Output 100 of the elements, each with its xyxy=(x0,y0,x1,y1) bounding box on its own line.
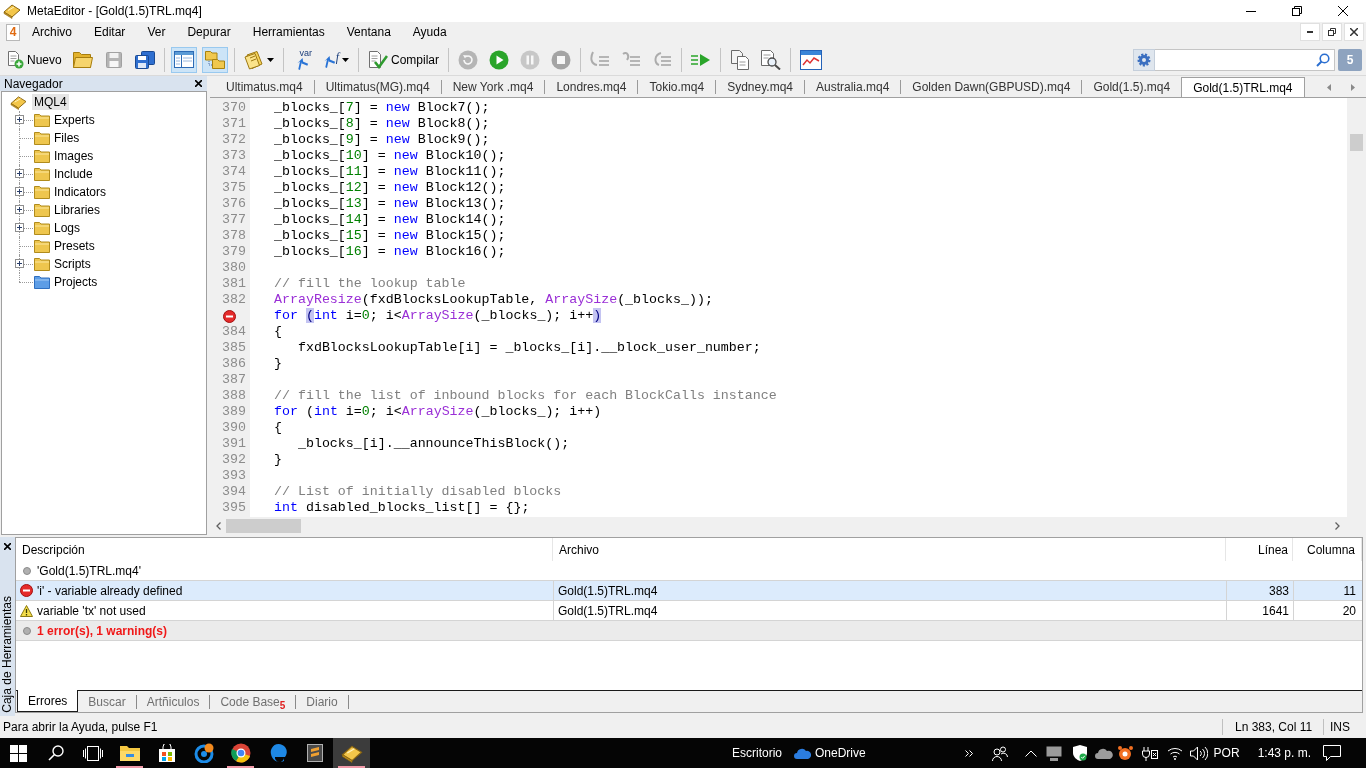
tree-item[interactable]: Scripts xyxy=(53,256,92,272)
expand-icon[interactable] xyxy=(15,223,24,232)
caret-up-icon[interactable] xyxy=(1024,749,1037,757)
code-line: { xyxy=(274,420,282,436)
file-tab[interactable]: Londres.mq4 xyxy=(545,77,638,97)
scroll-left-icon[interactable] xyxy=(216,522,221,530)
cloud-toolbar-label[interactable]: OneDrive xyxy=(815,744,866,762)
column-header[interactable]: Archivo xyxy=(559,540,599,559)
panel-layout-icon xyxy=(173,51,194,68)
people-icon[interactable] xyxy=(991,745,1008,761)
file-tab[interactable]: Ultimatus(MG).mq4 xyxy=(314,77,441,97)
code-line: _blocks_[7] = new Block7(); xyxy=(274,100,490,116)
language-indicator[interactable]: POR xyxy=(1213,744,1240,762)
plug-icon[interactable] xyxy=(1141,745,1158,761)
close-icon xyxy=(1338,6,1348,16)
child-close-button[interactable] xyxy=(1344,23,1364,41)
line-number: 374 xyxy=(222,164,246,180)
tile-icon xyxy=(306,744,323,762)
tree-item[interactable]: Presets xyxy=(53,238,96,254)
clock[interactable]: 1:43 p. m. xyxy=(1257,744,1311,762)
file-tab[interactable]: Ultimatus.mq4 xyxy=(215,77,314,97)
table-cell-text: 20 xyxy=(1342,602,1356,620)
ring-icon xyxy=(193,743,214,763)
child-minimize-button[interactable] xyxy=(1300,23,1320,41)
column-header[interactable]: Línea xyxy=(1257,540,1288,559)
expand-icon[interactable] xyxy=(15,205,24,214)
code-line: } xyxy=(274,356,282,372)
code-line: _blocks_[15] = new Block15(); xyxy=(274,228,506,244)
toolbar-button[interactable]: f xyxy=(320,46,353,73)
error-icon xyxy=(20,584,33,597)
tree-item[interactable]: Include xyxy=(53,166,94,182)
shield-icon[interactable] xyxy=(1072,745,1087,761)
cloud-icon[interactable] xyxy=(1094,747,1113,759)
expand-icon[interactable] xyxy=(15,115,24,124)
settings-button[interactable] xyxy=(1133,48,1155,71)
close-icon[interactable] xyxy=(4,543,11,550)
scrollbar-thumb[interactable] xyxy=(226,519,301,533)
line-number: 385 xyxy=(222,340,246,356)
tree-item[interactable]: Libraries xyxy=(53,202,102,218)
close-icon[interactable] xyxy=(195,80,202,87)
tree-item[interactable]: Indicators xyxy=(53,184,108,200)
tree-item[interactable]: Experts xyxy=(53,112,96,128)
task-view-icon xyxy=(82,745,103,761)
panel-tab[interactable]: Diario xyxy=(296,691,348,712)
notification-icon[interactable] xyxy=(1323,745,1341,761)
tree-item[interactable]: Logs xyxy=(53,220,82,236)
tree-item[interactable]: MQL4 xyxy=(32,94,69,110)
file-tab[interactable]: New York .mq4 xyxy=(441,77,545,97)
wifi-icon[interactable] xyxy=(1166,746,1183,760)
computer-icon[interactable] xyxy=(1045,745,1062,761)
column-header[interactable]: Descripción xyxy=(22,540,85,559)
search-icon xyxy=(1316,52,1330,67)
speaker-icon[interactable] xyxy=(1189,745,1208,761)
toolbar-button[interactable]: Nuevo xyxy=(3,46,65,73)
toolbar-button[interactable]: Compilar xyxy=(365,46,443,73)
tree-item[interactable]: Images xyxy=(53,148,95,164)
menu-item[interactable]: Editar xyxy=(83,22,137,42)
file-tab[interactable]: Golden Dawn(GBPUSD).mq4 xyxy=(901,77,1082,97)
menu-item[interactable]: Ventana xyxy=(335,22,402,42)
expand-icon[interactable] xyxy=(15,169,24,178)
menu-item[interactable]: Ayuda xyxy=(401,22,458,42)
table-row[interactable]: 1 error(s), 1 warning(s) xyxy=(16,621,1362,641)
panel-tab[interactable]: Errores xyxy=(17,690,79,712)
expand-icon[interactable] xyxy=(15,259,24,268)
scroll-right-icon[interactable] xyxy=(1351,83,1355,91)
scroll-left-icon[interactable] xyxy=(1327,83,1331,91)
panel-tab[interactable]: Artñiculos xyxy=(136,691,210,712)
chevron-icon[interactable] xyxy=(964,749,973,757)
desktop-toolbar-label[interactable]: Escritorio xyxy=(732,744,782,762)
pause-icon xyxy=(520,49,541,70)
close-icon xyxy=(1350,28,1358,36)
search-field[interactable] xyxy=(1155,48,1335,71)
file-tab[interactable]: Gold(1.5).mq4 xyxy=(1082,77,1182,97)
table-row[interactable]: 'i' - variable already defined Gold(1.5)TRL.mq4 383 11 xyxy=(16,581,1362,601)
toolbar-button[interactable] xyxy=(170,46,197,73)
scroll-right-icon[interactable] xyxy=(1335,522,1340,530)
scrollbar-thumb[interactable] xyxy=(1350,134,1363,151)
child-restore-button[interactable] xyxy=(1322,23,1342,41)
vertical-scrollbar[interactable] xyxy=(1347,98,1366,517)
book-icon xyxy=(340,743,363,763)
tree-item[interactable]: Files xyxy=(53,130,81,146)
expand-icon[interactable] xyxy=(15,187,24,196)
menu-item[interactable]: Depurar xyxy=(176,22,242,42)
line-number: 372 xyxy=(222,132,246,148)
menu-item[interactable]: Herramientas xyxy=(241,22,336,42)
tree-item[interactable]: Projects xyxy=(53,274,99,290)
file-tab[interactable]: Gold(1.5)TRL.mq4 xyxy=(1181,77,1305,97)
file-tab[interactable]: Sydney.mq4 xyxy=(716,77,804,97)
panel-tab[interactable]: Buscar xyxy=(78,691,136,712)
column-header[interactable]: Columna xyxy=(1306,540,1355,559)
table-row[interactable]: variable 'tx' not used Gold(1.5)TRL.mq4 1641 20 xyxy=(16,601,1362,621)
splat-icon[interactable] xyxy=(1116,745,1133,761)
file-tab[interactable]: Australia.mq4 xyxy=(805,77,901,97)
taskbar-app[interactable] xyxy=(333,738,370,768)
line-number: 394 xyxy=(222,484,246,500)
file-tab[interactable]: Tokio.mq4 xyxy=(638,77,716,97)
menu-item[interactable]: Archivo xyxy=(21,22,83,42)
copy-icon xyxy=(731,49,750,70)
toolbar-button[interactable]: var xyxy=(289,46,316,73)
menu-item[interactable]: Ver xyxy=(136,22,177,42)
